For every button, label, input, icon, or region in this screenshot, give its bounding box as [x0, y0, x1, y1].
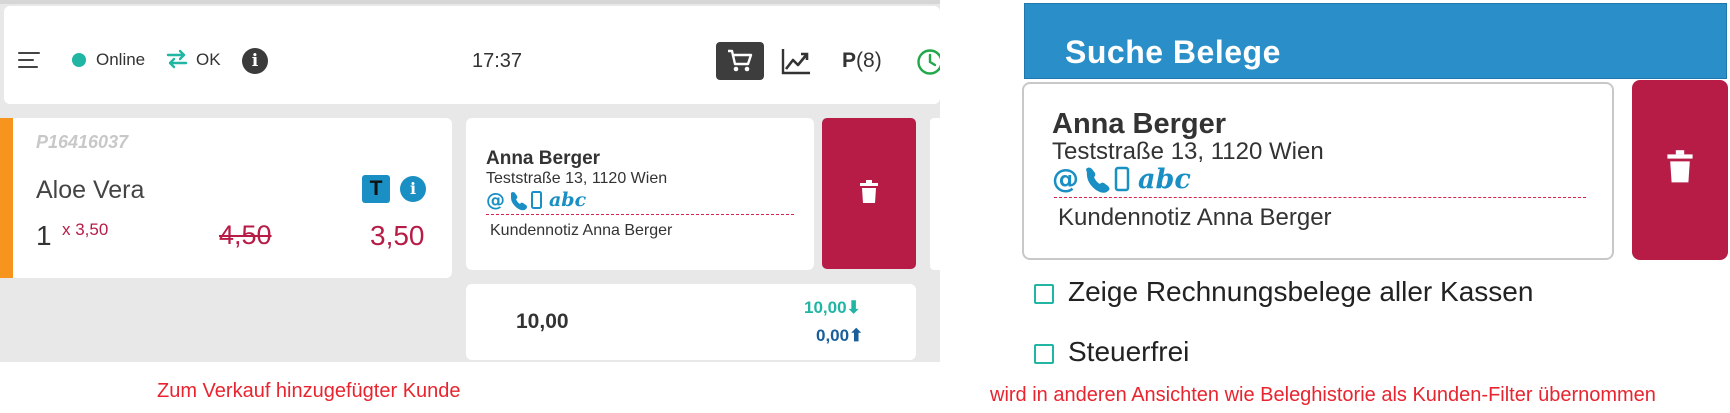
parked-count: (8) [856, 49, 882, 72]
article-quantity: 1 [36, 220, 52, 251]
change-value: 0,00 [816, 326, 850, 345]
article-code: P16416037 [36, 132, 129, 152]
article-line[interactable]: P16416037 Aloe Vera T i 1 x 3,50 4,50 3,… [0, 118, 452, 278]
article-original-price: 4,50 [219, 220, 272, 250]
info-icon[interactable]: i [242, 48, 268, 74]
pos-topbar: Online OK i 17:37 P(8) [4, 6, 940, 104]
email-icon: @ [486, 189, 505, 211]
arrow-up-icon: ⬆ [849, 326, 864, 345]
cart-button[interactable] [716, 42, 764, 80]
received-value: 10,00 [804, 298, 847, 317]
tax-free-label[interactable]: Steuerfrei [1068, 336, 1189, 368]
article-price: 3,50 [370, 220, 425, 251]
email-icon: @ [1052, 164, 1079, 194]
parked-label: P [842, 49, 857, 72]
caption-right: wird in anderen Ansichten wie Beleghisto… [990, 384, 1656, 406]
next-panel-edge [930, 118, 940, 270]
page-title: Suche Belege [1065, 34, 1281, 70]
customer-note-divider [1054, 197, 1586, 198]
mobile-icon [1114, 166, 1130, 192]
mobile-icon [531, 191, 542, 209]
received-amount: 10,00⬇ [804, 298, 861, 318]
customer-filter-card[interactable]: Anna Berger Teststraße 13, 1120 Wien @ a… [1022, 82, 1614, 260]
article-unit-price: x 3,50 [62, 220, 109, 239]
customer-address: Teststraße 13, 1120 Wien [486, 170, 668, 187]
tax-free-checkbox[interactable] [1034, 344, 1054, 364]
customer-contact-icons: @ abc [486, 189, 596, 211]
trash-icon [860, 180, 878, 203]
pos-sale-view: Online OK i 17:37 P(8) P16416037 Aloe Ve… [0, 0, 940, 365]
customer-card[interactable]: Anna Berger Teststraße 13, 1120 Wien @ a… [466, 118, 814, 270]
sync-icon [166, 49, 188, 69]
parked-receipts-button[interactable]: P(8) [842, 49, 882, 73]
arrow-down-icon: ⬇ [846, 298, 861, 317]
sync-status-label: OK [196, 50, 221, 69]
all-registers-label[interactable]: Zeige Rechnungsbelege aller Kassen [1068, 276, 1533, 308]
remove-customer-filter-button[interactable] [1632, 80, 1728, 260]
online-status-label: Online [96, 50, 146, 69]
menu-icon[interactable] [18, 52, 42, 68]
online-status-icon [72, 53, 86, 67]
customer-contact-abc: abc [549, 189, 587, 211]
customer-name: Anna Berger [486, 148, 601, 169]
customer-contact-icons: @ abc [1052, 164, 1212, 195]
all-registers-checkbox[interactable] [1034, 284, 1054, 304]
total-amount: 10,00 [516, 310, 569, 333]
phone-icon [1086, 167, 1110, 193]
article-accent-bar [0, 118, 13, 278]
customer-contact-abc: abc [1138, 164, 1191, 194]
customer-note-divider [486, 214, 794, 215]
customer-name: Anna Berger [1052, 108, 1227, 140]
search-header: Suche Belege [1024, 3, 1727, 79]
top-divider [0, 0, 940, 4]
customer-address: Teststraße 13, 1120 Wien [1052, 138, 1324, 165]
caption-left: Zum Verkauf hinzugefügter Kunde [157, 380, 461, 402]
customer-note: Kundennotiz Anna Berger [490, 222, 673, 239]
trash-icon [1667, 150, 1693, 183]
clock-time: 17:37 [472, 50, 523, 72]
article-name: Aloe Vera [36, 176, 145, 204]
customer-note: Kundennotiz Anna Berger [1058, 204, 1332, 231]
article-info-icon[interactable]: i [400, 176, 426, 202]
remove-customer-button[interactable] [822, 118, 916, 269]
change-amount: 0,00⬆ [816, 326, 863, 346]
statistics-icon[interactable] [780, 46, 812, 76]
phone-icon [511, 192, 527, 211]
tax-badge[interactable]: T [362, 175, 390, 203]
cart-icon [728, 49, 753, 72]
clock-icon[interactable] [916, 48, 940, 76]
totals-card: 10,00 10,00⬇ 0,00⬆ [466, 284, 916, 360]
